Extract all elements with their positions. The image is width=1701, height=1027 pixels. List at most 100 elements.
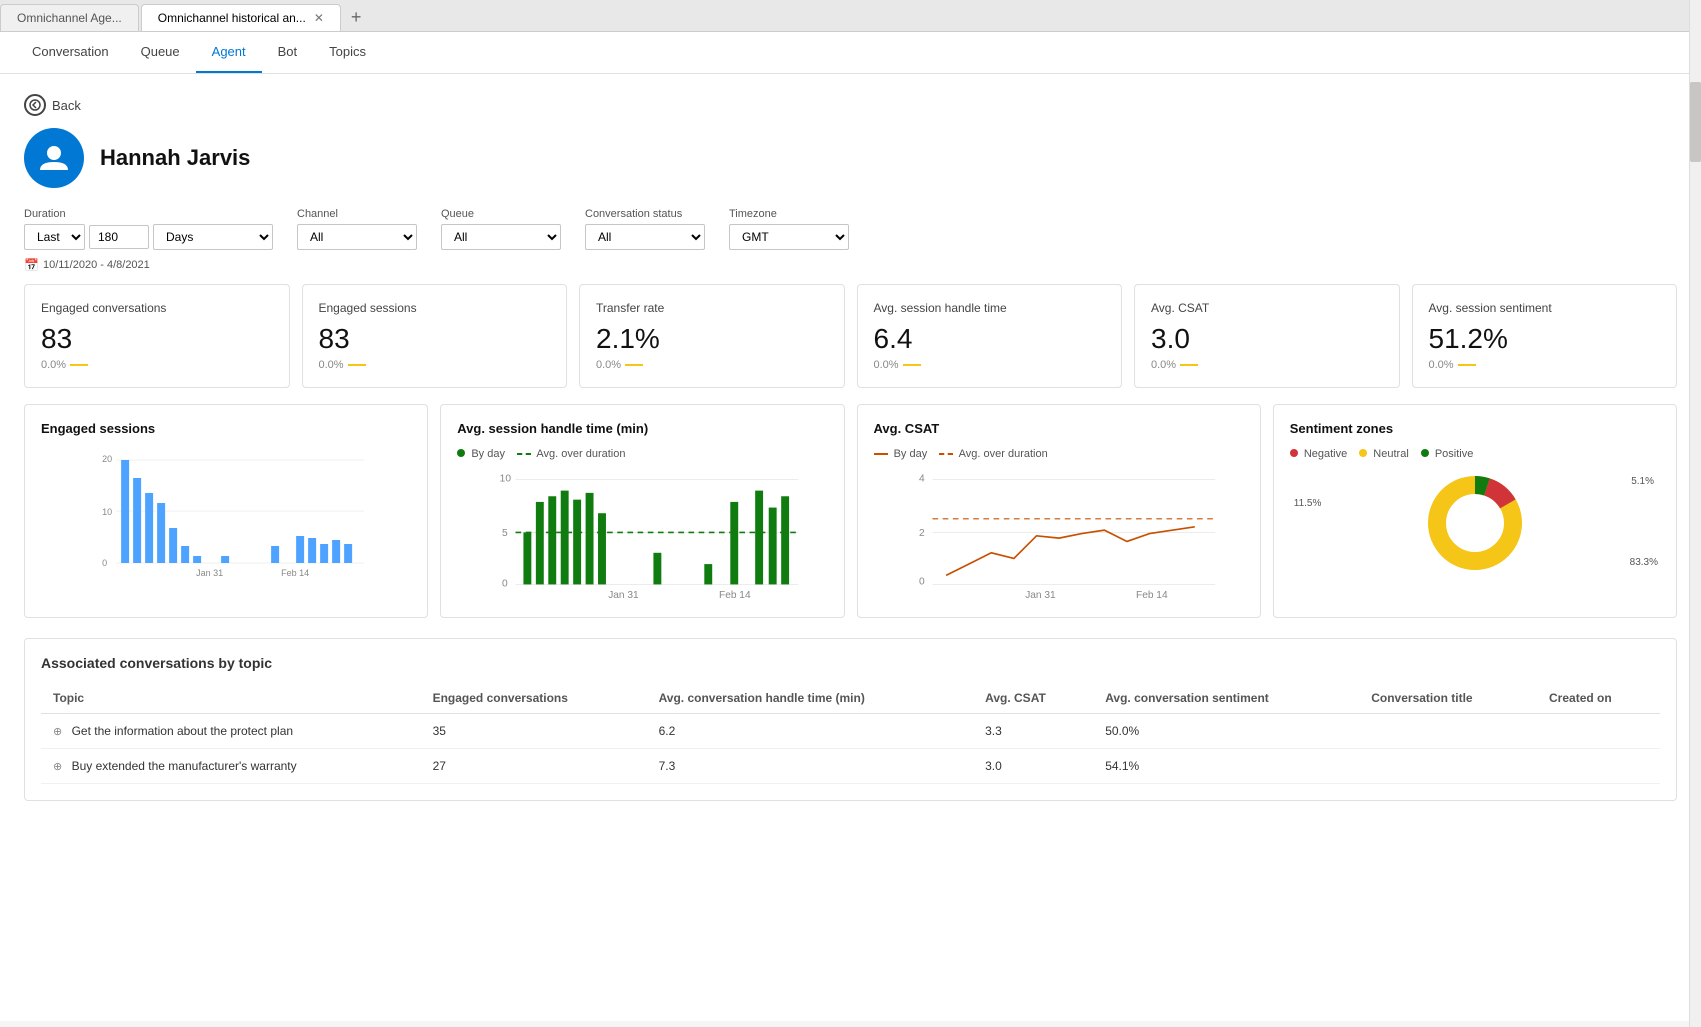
duration-unit-select[interactable]: Days xyxy=(153,224,273,250)
duration-value-input[interactable] xyxy=(89,225,149,249)
byday-legend-item: By day xyxy=(457,448,505,460)
avg-handle-time-chart: Avg. session handle time (min) By day Av… xyxy=(440,404,844,618)
timezone-select[interactable]: GMT xyxy=(729,224,849,250)
charts-row: Engaged sessions 20 10 0 xyxy=(24,404,1677,618)
kpi-2-title: Transfer rate xyxy=(596,301,828,315)
table-row: ⊕ Get the information about the protect … xyxy=(41,714,1660,749)
channel-filter: Channel All xyxy=(297,208,417,250)
avg-csat-legend: By day Avg. over duration xyxy=(874,448,1244,460)
svg-text:Jan 31: Jan 31 xyxy=(1025,590,1056,598)
engaged-sessions-chart: Engaged sessions 20 10 0 xyxy=(24,404,428,618)
topic-cell-0: ⊕ Get the information about the protect … xyxy=(41,714,421,749)
topic-text-1: Buy extended the manufacturer's warranty xyxy=(72,759,297,773)
kpi-1-title: Engaged sessions xyxy=(319,301,551,315)
kpi-4-bar xyxy=(1180,364,1198,366)
tab-2-label: Omnichannel historical an... xyxy=(158,11,306,25)
engaged-conv-cell-1: 27 xyxy=(421,749,647,784)
engaged-conv-cell-0: 35 xyxy=(421,714,647,749)
nav-bot[interactable]: Bot xyxy=(262,32,314,73)
kpi-4-change-text: 0.0% xyxy=(1151,359,1176,371)
queue-select[interactable]: All xyxy=(441,224,561,250)
svg-text:10: 10 xyxy=(102,507,112,517)
nav-topics[interactable]: Topics xyxy=(313,32,382,73)
donut-chart xyxy=(1420,468,1530,578)
kpi-2-change-text: 0.0% xyxy=(596,359,621,371)
byday-label: By day xyxy=(471,448,505,460)
filters: Duration Last Days Channel All Queue All xyxy=(24,208,1677,250)
kpi-0-bar xyxy=(70,364,88,366)
date-range-text: 10/11/2020 - 4/8/2021 xyxy=(43,259,150,271)
kpi-2-value: 2.1% xyxy=(596,323,828,355)
timezone-label: Timezone xyxy=(729,208,849,220)
col-avg-sentiment: Avg. conversation sentiment xyxy=(1093,683,1359,714)
negative-legend-item: Negative xyxy=(1290,448,1347,460)
back-icon xyxy=(24,94,46,116)
negative-pct: 11.5% xyxy=(1294,498,1322,509)
avg-handle-cell-0: 6.2 xyxy=(647,714,974,749)
conv-status-select[interactable]: All xyxy=(585,224,705,250)
tab-2[interactable]: Omnichannel historical an... ✕ xyxy=(141,4,341,31)
kpi-0-value: 83 xyxy=(41,323,273,355)
duration-filter: Duration Last Days xyxy=(24,208,273,250)
expand-icon-0[interactable]: ⊕ xyxy=(53,726,62,738)
nav-queue[interactable]: Queue xyxy=(125,32,196,73)
byday-dot xyxy=(457,449,465,457)
svg-text:0: 0 xyxy=(102,558,107,568)
sentiment-zones-chart: Sentiment zones Negative Neutral Positiv… xyxy=(1273,404,1677,618)
kpi-3-value: 6.4 xyxy=(874,323,1106,355)
csat-avg-item: Avg. over duration xyxy=(939,448,1048,460)
conv-status-label: Conversation status xyxy=(585,208,705,220)
col-topic: Topic xyxy=(41,683,421,714)
duration-row: Last Days xyxy=(24,224,273,250)
positive-legend-item: Positive xyxy=(1421,448,1474,460)
created-on-cell-1 xyxy=(1537,749,1660,784)
kpi-engaged-conv: Engaged conversations 83 0.0% xyxy=(24,284,290,388)
back-button[interactable]: Back xyxy=(24,94,1677,116)
conv-status-filter: Conversation status All xyxy=(585,208,705,250)
csat-avg-label: Avg. over duration xyxy=(959,448,1048,460)
negative-dot xyxy=(1290,449,1298,457)
channel-select[interactable]: All xyxy=(297,224,417,250)
neutral-label: Neutral xyxy=(1373,448,1408,460)
agent-header: Hannah Jarvis xyxy=(24,128,1677,188)
nav-bar: Conversation Queue Agent Bot Topics xyxy=(0,32,1701,74)
main-content: Back Hannah Jarvis Duration Last Days xyxy=(0,74,1701,1021)
kpi-avg-csat: Avg. CSAT 3.0 0.0% xyxy=(1134,284,1400,388)
nav-conversation[interactable]: Conversation xyxy=(16,32,125,73)
tab-1-label: Omnichannel Age... xyxy=(17,11,122,25)
avg-handle-cell-1: 7.3 xyxy=(647,749,974,784)
add-tab-button[interactable]: + xyxy=(343,7,370,28)
expand-icon-1[interactable]: ⊕ xyxy=(53,761,62,773)
conv-title-cell-1 xyxy=(1359,749,1537,784)
sentiment-legend: Negative Neutral Positive xyxy=(1290,448,1660,460)
duration-type-select[interactable]: Last xyxy=(24,224,85,250)
svg-text:0: 0 xyxy=(918,576,924,587)
kpi-engaged-sessions: Engaged sessions 83 0.0% xyxy=(302,284,568,388)
back-label: Back xyxy=(52,98,81,113)
table-row: ⊕ Buy extended the manufacturer's warran… xyxy=(41,749,1660,784)
avatar xyxy=(24,128,84,188)
neutral-dot xyxy=(1359,449,1367,457)
csat-avg-dash xyxy=(939,453,953,455)
table-title: Associated conversations by topic xyxy=(41,655,1660,671)
topics-table: Topic Engaged conversations Avg. convers… xyxy=(41,683,1660,784)
col-avg-csat: Avg. CSAT xyxy=(973,683,1093,714)
avg-label: Avg. over duration xyxy=(536,448,625,460)
positive-pct: 5.1% xyxy=(1631,476,1654,487)
svg-text:Feb 14: Feb 14 xyxy=(719,590,751,598)
svg-text:2: 2 xyxy=(918,528,924,539)
avg-sentiment-cell-0: 50.0% xyxy=(1093,714,1359,749)
scrollbar-thumb[interactable] xyxy=(1690,82,1701,162)
avg-csat-cell-0: 3.3 xyxy=(973,714,1093,749)
tab-1[interactable]: Omnichannel Age... xyxy=(0,4,139,31)
avg-sentiment-cell-1: 54.1% xyxy=(1093,749,1359,784)
kpi-3-bar xyxy=(903,364,921,366)
nav-agent[interactable]: Agent xyxy=(196,32,262,73)
avg-csat-svg: 4 2 0 Jan 31 Feb 14 xyxy=(874,468,1244,598)
scrollbar[interactable] xyxy=(1689,0,1701,1027)
col-conv-title: Conversation title xyxy=(1359,683,1537,714)
svg-text:0: 0 xyxy=(502,579,508,590)
user-icon xyxy=(36,140,72,176)
close-icon[interactable]: ✕ xyxy=(314,11,324,25)
created-on-cell-0 xyxy=(1537,714,1660,749)
